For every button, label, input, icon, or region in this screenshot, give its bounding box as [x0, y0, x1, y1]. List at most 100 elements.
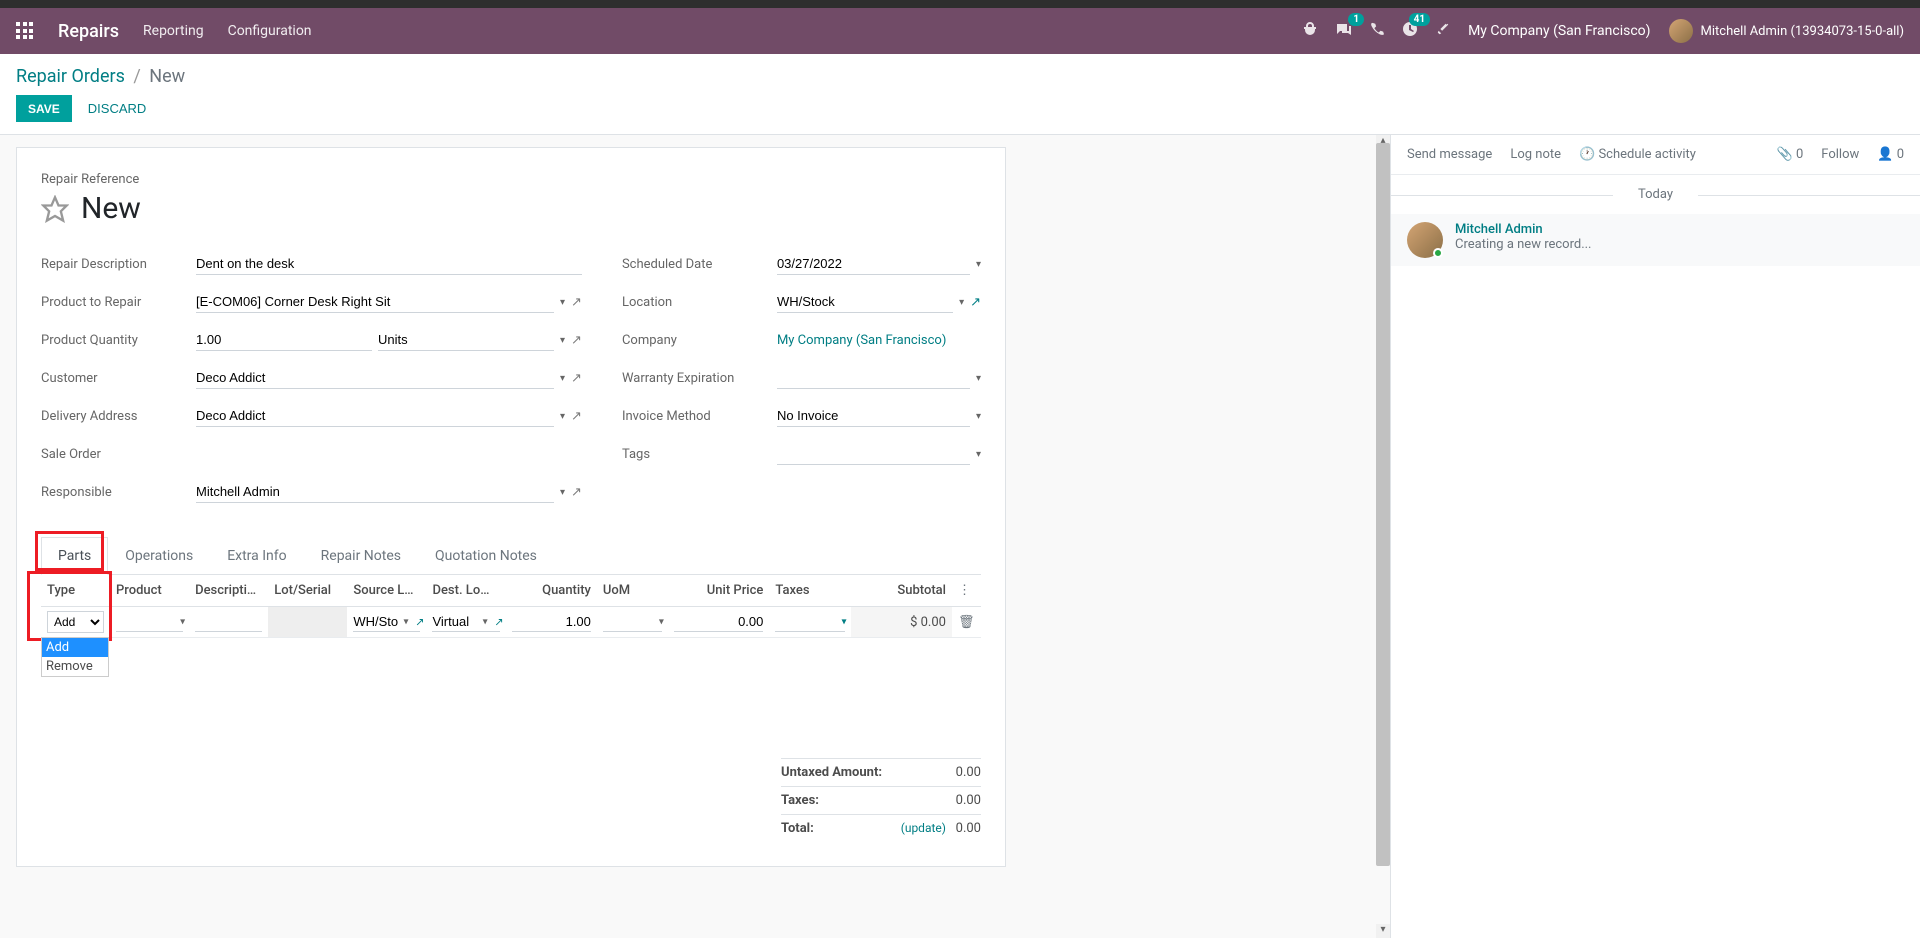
update-link[interactable]: (update) — [901, 821, 946, 835]
scheduled-date-label: Scheduled Date — [622, 257, 777, 272]
external-link-icon[interactable]: ↗ — [571, 371, 582, 386]
col-description[interactable]: Descripti… — [189, 575, 268, 607]
chevron-down-icon[interactable]: ▾ — [976, 449, 981, 460]
message-item: Mitchell Admin Creating a new record... — [1391, 214, 1920, 266]
follow-button[interactable]: Follow — [1821, 147, 1859, 162]
customer-input[interactable] — [196, 367, 554, 389]
attachments-button[interactable]: 📎 0 — [1777, 147, 1804, 162]
product-cell[interactable] — [116, 612, 183, 632]
responsible-input[interactable] — [196, 481, 554, 503]
message-author[interactable]: Mitchell Admin — [1455, 222, 1592, 237]
chevron-down-icon[interactable]: ▾ — [560, 487, 565, 498]
source-cell[interactable] — [353, 612, 420, 632]
scrollbar-thumb[interactable] — [1376, 143, 1390, 866]
breadcrumb-parent[interactable]: Repair Orders — [16, 66, 125, 87]
schedule-activity-button[interactable]: 🕐 Schedule activity — [1579, 147, 1696, 162]
external-link-icon[interactable]: ↗ — [571, 485, 582, 500]
type-option-add[interactable]: Add — [42, 638, 108, 657]
company-switcher[interactable]: My Company (San Francisco) — [1468, 23, 1650, 39]
taxes-value: 0.00 — [956, 793, 981, 808]
product-uom-input[interactable] — [378, 329, 554, 351]
apps-icon[interactable] — [16, 22, 34, 40]
tab-extra-info[interactable]: Extra Info — [210, 537, 303, 575]
col-type[interactable]: Type — [41, 575, 110, 607]
chevron-down-icon[interactable]: ▾ — [842, 617, 847, 628]
company-link[interactable]: My Company (San Francisco) — [777, 330, 981, 351]
chevron-down-icon[interactable]: ▾ — [976, 373, 981, 384]
save-button[interactable]: SAVE — [16, 95, 72, 122]
debug-icon[interactable] — [1302, 21, 1318, 41]
chevron-down-icon[interactable]: ▾ — [976, 411, 981, 422]
tab-parts[interactable]: Parts — [41, 537, 108, 575]
chevron-down-icon[interactable]: ▾ — [976, 259, 981, 270]
quantity-cell[interactable] — [512, 612, 591, 632]
chevron-down-icon[interactable]: ▾ — [180, 617, 185, 628]
external-link-icon[interactable]: ↗ — [415, 616, 424, 629]
title-label: Repair Reference — [41, 172, 981, 187]
external-link-icon[interactable]: ↗ — [571, 333, 582, 348]
trash-icon[interactable]: 🗑 — [958, 615, 975, 630]
nav-reporting[interactable]: Reporting — [143, 23, 204, 39]
col-dest[interactable]: Dest. Lo… — [426, 575, 505, 607]
chevron-down-icon[interactable]: ▾ — [560, 297, 565, 308]
col-product[interactable]: Product — [110, 575, 189, 607]
send-message-button[interactable]: Send message — [1407, 147, 1492, 162]
chevron-down-icon[interactable]: ▾ — [560, 411, 565, 422]
tab-quotation-notes[interactable]: Quotation Notes — [418, 537, 554, 575]
control-panel: Repair Orders / New SAVE DISCARD — [0, 54, 1920, 135]
sale-order-input[interactable] — [196, 444, 582, 465]
col-source[interactable]: Source L… — [347, 575, 426, 607]
record-title: New — [81, 191, 141, 226]
phone-icon[interactable] — [1370, 22, 1384, 40]
tab-repair-notes[interactable]: Repair Notes — [304, 537, 418, 575]
activities-icon[interactable]: 41 — [1402, 21, 1418, 41]
chevron-down-icon[interactable]: ▾ — [483, 617, 488, 628]
nav-configuration[interactable]: Configuration — [228, 23, 312, 39]
col-lot-serial[interactable]: Lot/Serial — [268, 575, 347, 607]
unit-price-cell[interactable] — [674, 612, 763, 632]
external-link-icon[interactable]: ↗ — [571, 295, 582, 310]
col-taxes[interactable]: Taxes — [769, 575, 850, 607]
type-option-remove[interactable]: Remove — [42, 657, 108, 676]
external-link-icon[interactable]: ↗ — [571, 409, 582, 424]
chevron-down-icon[interactable]: ▾ — [560, 373, 565, 384]
col-subtotal[interactable]: Subtotal — [851, 575, 952, 607]
location-input[interactable] — [777, 291, 953, 313]
invoice-method-input[interactable] — [777, 405, 970, 427]
warranty-expiration-input[interactable] — [777, 367, 970, 389]
col-uom[interactable]: UoM — [597, 575, 668, 607]
dest-cell[interactable] — [432, 612, 499, 632]
chevron-down-icon[interactable]: ▾ — [403, 617, 408, 628]
description-cell[interactable] — [195, 612, 262, 632]
tags-input[interactable] — [777, 443, 970, 465]
tab-operations[interactable]: Operations — [108, 537, 210, 575]
user-menu[interactable]: Mitchell Admin (13934073-15-0-all) — [1669, 19, 1904, 43]
product-quantity-input[interactable] — [196, 329, 372, 351]
scroll-down-arrow[interactable]: ▾ — [1376, 924, 1390, 938]
col-quantity[interactable]: Quantity — [506, 575, 597, 607]
chevron-down-icon[interactable]: ▾ — [560, 335, 565, 346]
external-link-icon[interactable]: ↗ — [494, 616, 503, 629]
repair-description-input[interactable] — [196, 253, 582, 275]
activities-badge: 41 — [1409, 13, 1430, 26]
product-to-repair-input[interactable] — [196, 291, 554, 313]
taxes-cell[interactable] — [775, 612, 844, 632]
app-brand[interactable]: Repairs — [58, 21, 119, 42]
messages-icon[interactable]: 1 — [1336, 21, 1352, 41]
favorite-star-icon[interactable] — [41, 195, 69, 223]
taxes-label: Taxes: — [781, 793, 819, 808]
log-note-button[interactable]: Log note — [1510, 147, 1561, 162]
chevron-down-icon[interactable]: ▾ — [659, 617, 664, 628]
scheduled-date-input[interactable] — [777, 253, 970, 275]
location-label: Location — [622, 295, 777, 310]
discard-button[interactable]: DISCARD — [76, 95, 159, 122]
kebab-icon[interactable]: ⋮ — [958, 583, 971, 598]
followers-button[interactable]: 👤 0 — [1877, 147, 1904, 162]
col-unit-price[interactable]: Unit Price — [668, 575, 769, 607]
delivery-address-input[interactable] — [196, 405, 554, 427]
external-link-icon[interactable]: ↗ — [970, 295, 981, 310]
chevron-down-icon[interactable]: ▾ — [959, 297, 964, 308]
type-select[interactable]: Add — [47, 611, 104, 633]
uom-cell[interactable] — [603, 612, 662, 632]
tools-icon[interactable] — [1436, 22, 1450, 40]
